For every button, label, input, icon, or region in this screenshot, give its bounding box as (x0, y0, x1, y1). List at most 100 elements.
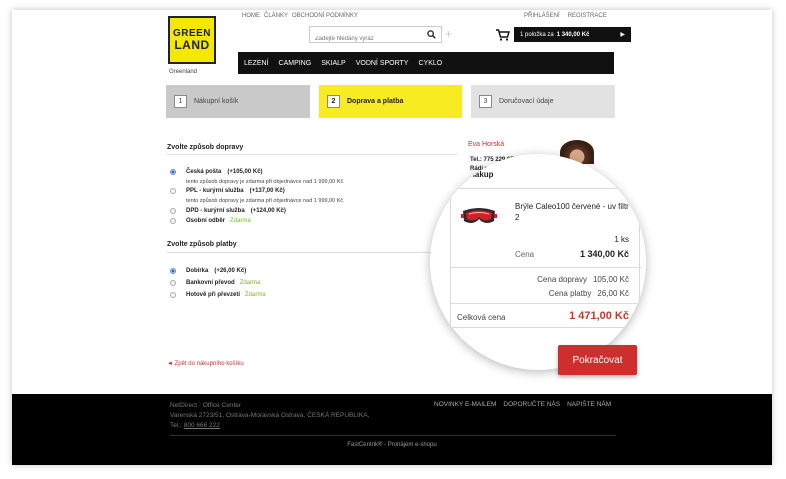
shipping-option-pickup[interactable]: Osobní odběr Zdarma (170, 218, 251, 224)
cart-count: 1 položka za (520, 31, 554, 38)
top-nav: HOME ČLÁNKY OBCHODNÍ PODMÍNKY (242, 13, 358, 19)
footer-company-info: NetDirect · Office Center Varenská 2723/… (170, 401, 369, 431)
footer-link-newsletter[interactable]: NOVINKY E-MAILEM (434, 401, 496, 408)
nav-skialp[interactable]: SKIALP (319, 60, 348, 67)
search-icon[interactable] (427, 30, 436, 39)
shipping-title: Zvolte způsob dopravy (167, 144, 244, 151)
plus-icon[interactable]: + (445, 27, 452, 41)
product-price: 1 340,00 Kč (579, 249, 629, 259)
radio-button[interactable] (170, 280, 176, 286)
search-box (309, 26, 442, 47)
option-price: (+137,00 Kč) (249, 188, 285, 194)
shipping-option-dpd[interactable]: DPD - kurýrní služba (+124,00 Kč) (170, 208, 286, 214)
option-note: tento způsob dopravy je zdarma při objed… (186, 198, 344, 204)
option-name: Bankovní převod (186, 280, 235, 286)
step-number: 2 (327, 95, 340, 108)
step-number: 3 (479, 95, 492, 108)
payment-cost-row: Cena platby 26,00 Kč (549, 289, 629, 298)
shipping-option-ceska-posta[interactable]: Česká pošta (+105,00 Kč) (170, 169, 263, 175)
payment-cost-label: Cena platby (548, 289, 592, 298)
divider (167, 154, 457, 155)
divider (170, 435, 616, 436)
footer-link-recommend[interactable]: DOPORUČTE NÁS (503, 401, 560, 408)
order-summary-box: Brýle Caleo100 červené - uv filtr 2 1 ks… (450, 188, 641, 328)
company-address: Varenská 2723/51, Ostrava-Moravská Ostra… (170, 412, 370, 419)
tel-link[interactable]: 800 666 222 (184, 422, 220, 429)
back-to-cart-link[interactable]: ◄ Zpět do nákupního košíku (167, 361, 244, 367)
payment-option-cod[interactable]: Dobírka (+26,00 Kč) (170, 268, 246, 274)
radio-button[interactable] (170, 268, 176, 274)
option-free: Zdarma (245, 292, 266, 298)
logo-caption: Greenland (169, 69, 198, 75)
top-link-articles[interactable]: ČLÁNKY (264, 13, 288, 19)
step-label: Nákupní košík (194, 98, 239, 105)
order-summary-magnifier: nákup Brýle Caleo100 červené - uv filtr … (430, 154, 646, 370)
register-link[interactable]: REGISTRACE (568, 13, 607, 19)
option-price: (+26,00 Kč) (214, 268, 247, 274)
search-input[interactable] (310, 31, 420, 47)
total-price: 1 471,00 Kč (569, 310, 629, 322)
tel-label: Tel.: (170, 422, 182, 429)
shipping-option-ppl[interactable]: PPL - kurýrní služba (+137,00 Kč) (170, 188, 285, 194)
radio-button[interactable] (170, 188, 176, 194)
main-nav: LEZENÍ CAMPING SKIALP VODNÍ SPORTY CYKLO (238, 52, 614, 74)
top-link-home[interactable]: HOME (242, 13, 260, 19)
footer-link-contact[interactable]: NAPIŠTE NÁM (567, 401, 611, 408)
step-cart[interactable]: 1 Nákupní košík (166, 85, 310, 118)
radio-button[interactable] (170, 208, 176, 214)
divider (167, 252, 457, 253)
option-name: Česká pošta (186, 169, 222, 175)
radio-button[interactable] (170, 169, 176, 175)
nav-water-sports[interactable]: VODNÍ SPORTY (354, 60, 411, 67)
cart-total: 1 340,00 Kč (556, 31, 590, 38)
shipping-cost-row: Cena dopravy 105,00 Kč (537, 275, 629, 284)
step-shipping-payment[interactable]: 2 Doprava a platba (319, 85, 462, 118)
radio-button[interactable] (170, 218, 176, 224)
nav-climbing[interactable]: LEZENÍ (242, 60, 271, 67)
option-price: (+105,00 Kč) (227, 169, 263, 175)
nav-camping[interactable]: CAMPING (277, 60, 314, 67)
company-name: NetDirect · Office Center (170, 402, 242, 409)
continue-button[interactable]: Pokračovat (558, 345, 637, 375)
cart-icon (496, 28, 510, 41)
product-quantity: 1 ks (614, 235, 629, 244)
cart-summary-box[interactable]: 1 položka za 1 340,00 Kč ▶ (514, 27, 631, 42)
goggles-product-image[interactable] (461, 205, 497, 227)
option-price: (+124,00 Kč) (250, 208, 286, 214)
login-link[interactable]: PŘIHLÁŠENÍ (524, 13, 560, 19)
footer-credit[interactable]: FastCentrik® - Pronájem e-shopu (12, 442, 772, 448)
greenland-logo[interactable]: GREEN LAND (168, 16, 216, 64)
payment-title: Zvolte způsob platby (167, 241, 237, 248)
payment-option-bank-transfer[interactable]: Bankovní převod Zdarma (170, 280, 260, 286)
radio-button[interactable] (170, 292, 176, 298)
top-link-terms[interactable]: OBCHODNÍ PODMÍNKY (292, 13, 358, 19)
step-label: Doprava a platba (347, 98, 404, 105)
option-note: tento způsob dopravy je zdarma při objed… (186, 179, 344, 185)
payment-cost-value: 26,00 Kč (597, 289, 629, 298)
price-label: Cena (515, 250, 535, 259)
option-name: DPD - kurýrní služba (186, 208, 245, 214)
user-nav: PŘIHLÁŠENÍ REGISTRACE (524, 13, 607, 19)
step-number: 1 (174, 95, 187, 108)
option-name: Osobní odběr (186, 218, 225, 224)
option-name: Hotově při převzetí (186, 292, 241, 298)
option-free: Zdarma (230, 218, 251, 224)
option-name: Dobírka (186, 268, 209, 274)
contact-name: Eva Horská (468, 141, 505, 148)
total-label: Celková cena (457, 313, 506, 322)
nav-cycling[interactable]: CYKLO (416, 60, 444, 67)
step-delivery-details[interactable]: 3 Doručovací údaje (471, 85, 615, 118)
company-phone-row: Tel.: 800 666 222 (170, 421, 369, 431)
payment-option-cash[interactable]: Hotově při převzetí Zdarma (170, 292, 266, 298)
logo-line2: LAND (174, 38, 210, 52)
cart-widget[interactable]: 1 položka za 1 340,00 Kč ▶ (496, 27, 631, 42)
step-label: Doručovací údaje (499, 98, 554, 105)
option-free: Zdarma (239, 280, 261, 286)
divider (451, 267, 641, 268)
browser-frame: GREEN LAND Greenland HOME ČLÁNKY OBCHODN… (12, 10, 772, 465)
product-name[interactable]: Brýle Caleo100 červené - uv filtr 2 (515, 201, 635, 223)
option-name: PPL - kurýrní služba (186, 188, 244, 194)
shipping-cost-label: Cena dopravy (537, 275, 587, 284)
cart-arrow-icon: ▶ (620, 32, 625, 38)
footer: NetDirect · Office Center Varenská 2723/… (12, 394, 772, 465)
